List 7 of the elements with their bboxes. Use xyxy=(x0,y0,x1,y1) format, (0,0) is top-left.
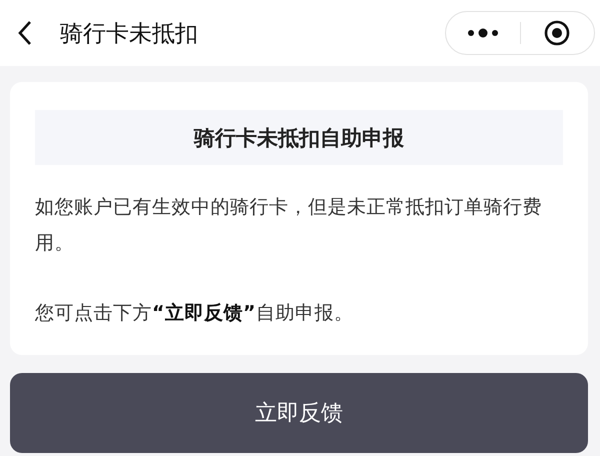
close-icon[interactable] xyxy=(544,20,570,46)
description-text: 如您账户已有生效中的骑行卡，但是未正常抵扣订单骑行费用。 xyxy=(35,195,543,256)
card-heading: 骑行卡未抵扣自助申报 xyxy=(35,110,563,165)
description-text: 您可点击下方“立即反馈”自助申报。 xyxy=(35,301,354,326)
feedback-button[interactable]: 立即反馈 xyxy=(10,373,588,453)
page-title: 骑行卡未抵扣 xyxy=(60,20,199,48)
more-icon[interactable] xyxy=(466,28,500,38)
